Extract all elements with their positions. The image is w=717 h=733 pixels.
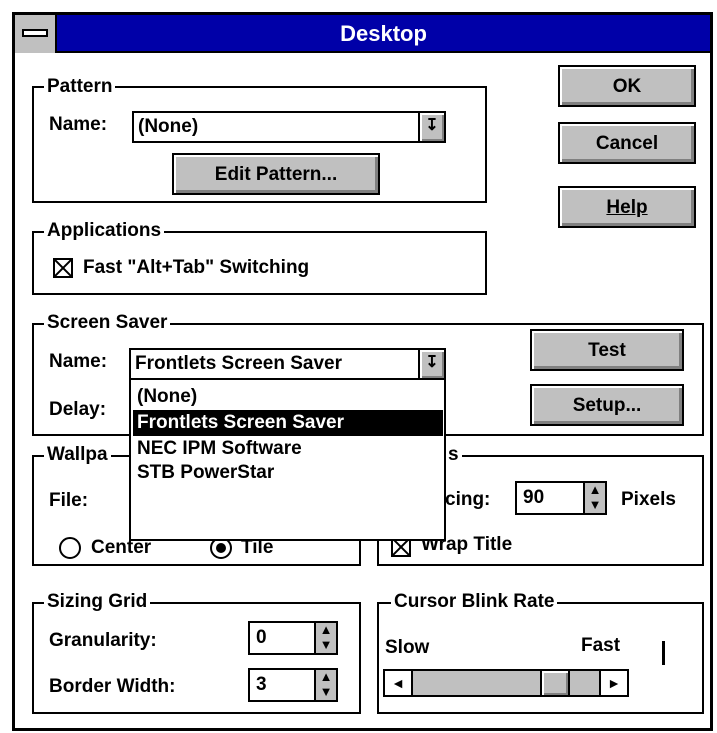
pattern-dropdown-button[interactable]: ↧ bbox=[418, 111, 446, 143]
pattern-name-combo[interactable]: (None) ↧ bbox=[132, 111, 446, 143]
pattern-group-label: Pattern bbox=[44, 76, 116, 98]
spin-up-icon[interactable]: ▲ bbox=[316, 670, 336, 684]
screen-saver-dropdown-button[interactable]: ↧ bbox=[418, 348, 446, 380]
cursor-blink-preview bbox=[662, 641, 665, 665]
spin-down-icon[interactable]: ▼ bbox=[316, 685, 336, 699]
test-button-label: Test bbox=[588, 339, 626, 361]
spin-down-icon[interactable]: ▼ bbox=[316, 638, 336, 652]
cursor-blink-group-label: Cursor Blink Rate bbox=[391, 591, 558, 613]
screen-saver-delay-label: Delay: bbox=[49, 399, 107, 420]
scroll-left-arrow-icon[interactable]: ◄ bbox=[385, 671, 413, 695]
dropdown-arrow-icon: ↧ bbox=[425, 354, 439, 371]
border-width-spin-buttons[interactable]: ▲ ▼ bbox=[314, 670, 336, 700]
list-item[interactable]: NEC IPM Software bbox=[133, 436, 443, 462]
system-menu-icon bbox=[22, 29, 48, 37]
granularity-spinner[interactable]: 0 ▲ ▼ bbox=[248, 621, 338, 655]
title-bar[interactable]: Desktop bbox=[15, 15, 710, 53]
granularity-value: 0 bbox=[256, 627, 267, 648]
setup-button-label: Setup... bbox=[572, 394, 642, 416]
system-menu-button[interactable] bbox=[15, 15, 57, 53]
list-item[interactable]: STB PowerStar bbox=[133, 460, 443, 486]
spin-down-icon[interactable]: ▼ bbox=[585, 498, 605, 512]
screen-saver-group-label: Screen Saver bbox=[44, 312, 171, 334]
granularity-spin-buttons[interactable]: ▲ ▼ bbox=[314, 623, 336, 653]
list-item[interactable]: (None) bbox=[133, 384, 443, 410]
cancel-button[interactable]: Cancel bbox=[558, 122, 696, 164]
test-button[interactable]: Test bbox=[530, 329, 684, 371]
applications-group-label: Applications bbox=[44, 220, 165, 242]
border-width-value: 3 bbox=[256, 674, 267, 695]
border-width-label: Border Width: bbox=[49, 676, 176, 697]
sizing-grid-group-label: Sizing Grid bbox=[44, 591, 151, 613]
screen-saver-name-value: Frontlets Screen Saver bbox=[135, 353, 342, 374]
spin-up-icon[interactable]: ▲ bbox=[316, 623, 336, 637]
icons-pixels-label: Pixels bbox=[621, 489, 676, 510]
scroll-thumb[interactable] bbox=[539, 671, 570, 695]
fast-switch-checkbox[interactable] bbox=[53, 258, 73, 278]
pattern-name-label: Name: bbox=[49, 114, 108, 135]
list-item[interactable]: Frontlets Screen Saver bbox=[133, 410, 443, 436]
fast-switch-label: Fast "Alt+Tab" Switching bbox=[83, 257, 310, 278]
cursor-blink-scrollbar[interactable]: ◄ ► bbox=[383, 669, 629, 697]
cursor-blink-fast-label: Fast bbox=[581, 635, 621, 656]
granularity-label: Granularity: bbox=[49, 630, 157, 651]
screen-saver-name-combo[interactable]: Frontlets Screen Saver ↧ bbox=[129, 348, 446, 380]
icon-spacing-spin-buttons[interactable]: ▲ ▼ bbox=[583, 483, 605, 513]
wallpaper-file-label: File: bbox=[49, 490, 89, 511]
screen-saver-name-label: Name: bbox=[49, 351, 108, 372]
dropdown-arrow-icon: ↧ bbox=[425, 117, 439, 134]
wallpaper-center-radio[interactable] bbox=[59, 537, 81, 559]
cancel-button-label: Cancel bbox=[595, 132, 659, 154]
wallpaper-group-label: Wallpa bbox=[44, 444, 111, 466]
edit-pattern-label: Edit Pattern... bbox=[214, 163, 338, 185]
help-button[interactable]: Help bbox=[558, 186, 696, 228]
setup-button[interactable]: Setup... bbox=[530, 384, 684, 426]
pattern-name-value: (None) bbox=[138, 116, 199, 137]
desktop-dialog: Desktop OK Cancel Help Pattern Name: (No… bbox=[12, 12, 713, 731]
icon-spacing-spinner[interactable]: 90 ▲ ▼ bbox=[515, 481, 607, 515]
help-button-label: Help bbox=[606, 196, 648, 218]
check-x-icon bbox=[393, 539, 409, 555]
icons-group-label: s bbox=[445, 444, 462, 466]
spin-up-icon[interactable]: ▲ bbox=[585, 483, 605, 497]
ok-button-label: OK bbox=[612, 75, 642, 97]
scroll-right-arrow-icon[interactable]: ► bbox=[599, 671, 627, 695]
edit-pattern-button[interactable]: Edit Pattern... bbox=[172, 153, 380, 195]
check-x-icon bbox=[55, 260, 71, 276]
border-width-spinner[interactable]: 3 ▲ ▼ bbox=[248, 668, 338, 702]
window-title: Desktop bbox=[340, 21, 427, 46]
cursor-blink-slow-label: Slow bbox=[385, 637, 430, 658]
icon-spacing-value: 90 bbox=[523, 487, 545, 508]
ok-button[interactable]: OK bbox=[558, 65, 696, 107]
screen-saver-dropdown-list[interactable]: (None) Frontlets Screen Saver NEC IPM So… bbox=[129, 378, 446, 541]
icons-spacing-label: cing: bbox=[445, 489, 491, 510]
